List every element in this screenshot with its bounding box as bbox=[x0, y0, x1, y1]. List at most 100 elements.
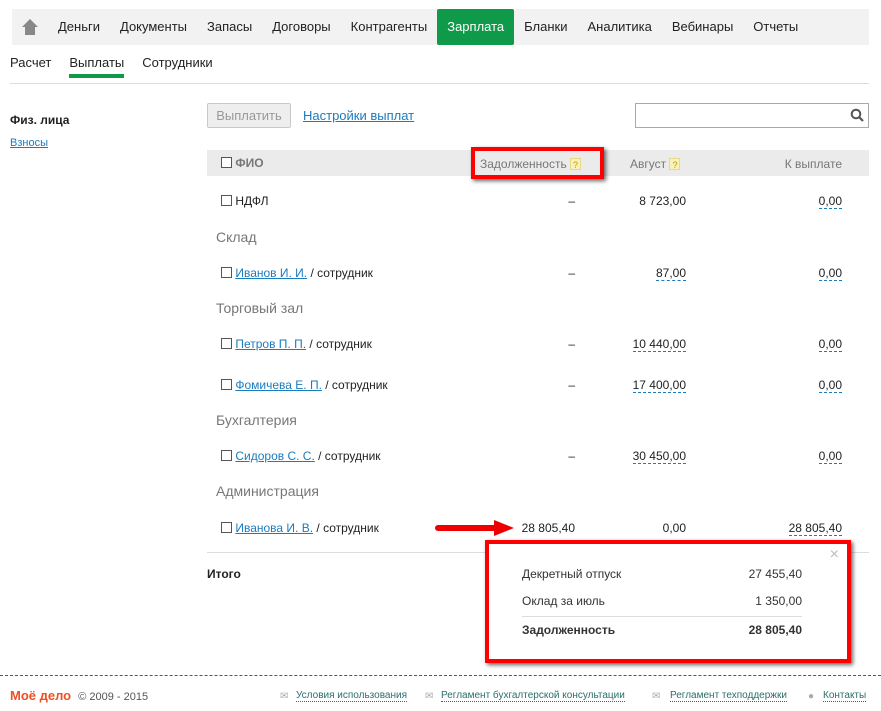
popup-row: Оклад за июль 1 350,00 bbox=[522, 594, 802, 608]
name-cell: НДФЛ bbox=[221, 194, 268, 208]
debt-cell: – bbox=[465, 194, 575, 208]
to-pay-cell: 0,00 bbox=[732, 337, 842, 352]
group-heading: Бухгалтерия bbox=[216, 412, 297, 428]
sub-tab[interactable]: Выплаты bbox=[69, 55, 125, 78]
nav-item[interactable]: Запасы bbox=[197, 9, 262, 45]
debt-breakdown-popup: × Декретный отпуск 27 455,40 Оклад за июл… bbox=[485, 540, 851, 663]
month-value[interactable]: 87,00 bbox=[655, 266, 686, 281]
row-checkbox[interactable] bbox=[221, 450, 232, 461]
home-icon[interactable] bbox=[12, 9, 48, 45]
to-pay-cell: 28 805,40 bbox=[732, 521, 842, 536]
popup-label: Декретный отпуск bbox=[522, 567, 622, 581]
divider bbox=[522, 616, 802, 617]
table-row: Иванов И. И. / сотрудник – 87,00 0,00 bbox=[207, 266, 869, 286]
row-checkbox[interactable] bbox=[221, 267, 232, 278]
search-icon[interactable] bbox=[850, 108, 864, 125]
popup-value: 1 350,00 bbox=[755, 594, 802, 608]
employee-link[interactable]: Иванов И. И. bbox=[235, 266, 307, 280]
role-text: / сотрудник bbox=[313, 521, 379, 535]
search-input[interactable] bbox=[635, 103, 869, 128]
to-pay-value[interactable]: 0,00 bbox=[818, 378, 842, 393]
debt-cell: – bbox=[465, 266, 575, 280]
footer-link[interactable]: Регламент техподдержки bbox=[670, 690, 787, 702]
to-pay-cell: 0,00 bbox=[732, 449, 842, 464]
group-heading: Склад bbox=[216, 229, 257, 245]
role-text: / сотрудник bbox=[307, 266, 373, 280]
table-row: Петров П. П. / сотрудник – 10 440,00 0,00 bbox=[207, 337, 869, 357]
debt-value: – bbox=[568, 266, 575, 280]
header-month: Август ? bbox=[630, 157, 681, 171]
nav-item[interactable]: Вебинары bbox=[662, 9, 743, 45]
row-checkbox[interactable] bbox=[221, 522, 232, 533]
debt-value: – bbox=[568, 378, 575, 392]
month-cell: 8 723,00 bbox=[576, 194, 686, 208]
debt-cell: – bbox=[465, 337, 575, 351]
employee-link[interactable]: Петров П. П. bbox=[235, 337, 306, 351]
nav-item[interactable]: Документы bbox=[110, 9, 197, 45]
debt-value: – bbox=[568, 449, 575, 463]
footer-link[interactable]: Регламент бухгалтерской консультации bbox=[441, 690, 625, 702]
month-value[interactable]: 17 400,00 bbox=[632, 378, 686, 393]
month-cell: 30 450,00 bbox=[576, 449, 686, 464]
name-cell: Фомичева Е. П. / сотрудник bbox=[221, 378, 388, 392]
employee-link[interactable]: Иванова И. В. bbox=[235, 521, 313, 535]
footer: Моё дело © 2009 - 2015 ✉ Условия использ… bbox=[10, 688, 870, 703]
month-cell: 17 400,00 bbox=[576, 378, 686, 393]
row-checkbox[interactable] bbox=[221, 338, 232, 349]
month-value[interactable]: 30 450,00 bbox=[632, 449, 686, 464]
sidebar-link-contributions[interactable]: Взносы bbox=[10, 137, 48, 149]
month-cell: 0,00 bbox=[576, 521, 686, 535]
nav-item[interactable]: Бланки bbox=[514, 9, 577, 45]
to-pay-value[interactable]: 0,00 bbox=[818, 449, 842, 464]
name-cell: Сидоров С. С. / сотрудник bbox=[221, 449, 381, 463]
close-icon[interactable]: × bbox=[830, 546, 839, 564]
main-nav: Деньги Документы Запасы Договоры Контрагенты… bbox=[12, 9, 869, 45]
month-value: 8 723,00 bbox=[639, 194, 686, 208]
sub-tab[interactable]: Расчет bbox=[10, 55, 51, 78]
table-row: НДФЛ – 8 723,00 0,00 bbox=[207, 194, 869, 214]
month-value[interactable]: 0,00 bbox=[663, 521, 686, 535]
sub-tabs: Расчет Выплаты Сотрудники bbox=[10, 55, 213, 78]
row-checkbox[interactable] bbox=[221, 195, 232, 206]
footer-link[interactable]: Условия использования bbox=[296, 690, 407, 702]
to-pay-cell: 0,00 bbox=[732, 194, 842, 209]
nav-item[interactable]: Контрагенты bbox=[341, 9, 438, 45]
logo[interactable]: Моё дело bbox=[10, 688, 71, 703]
header-name: ФИО bbox=[235, 156, 264, 170]
to-pay-cell: 0,00 bbox=[732, 378, 842, 393]
table-row: Иванова И. В. / сотрудник 28 805,40 0,00 28… bbox=[207, 521, 869, 541]
nav-item[interactable]: Аналитика bbox=[577, 9, 661, 45]
group-heading: Торговый зал bbox=[216, 300, 304, 316]
pay-button[interactable]: Выплатить bbox=[207, 103, 291, 128]
role-text: / сотрудник bbox=[306, 337, 372, 351]
footer-link[interactable]: Контакты bbox=[823, 690, 867, 702]
row-checkbox[interactable] bbox=[221, 379, 232, 390]
role-text: / сотрудник bbox=[314, 449, 381, 463]
name-cell: Иванов И. И. / сотрудник bbox=[221, 266, 373, 280]
help-icon[interactable]: ? bbox=[669, 158, 681, 170]
to-pay-value[interactable]: 0,00 bbox=[818, 337, 842, 352]
month-cell: 87,00 bbox=[576, 266, 686, 281]
arrow-annotation-icon bbox=[434, 519, 518, 540]
employee-link[interactable]: Сидоров С. С. bbox=[235, 449, 314, 463]
header-to-pay: К выплате bbox=[784, 157, 842, 171]
nav-item[interactable]: Зарплата bbox=[437, 9, 515, 45]
payment-settings-link[interactable]: Настройки выплат bbox=[303, 108, 414, 123]
sub-tab[interactable]: Сотрудники bbox=[142, 55, 212, 78]
popup-row: Декретный отпуск 27 455,40 bbox=[522, 567, 802, 581]
nav-item[interactable]: Договоры bbox=[262, 9, 340, 45]
nav-item[interactable]: Деньги bbox=[48, 9, 110, 45]
nav-item[interactable]: Отчеты bbox=[743, 9, 808, 45]
debt-value: – bbox=[568, 337, 575, 351]
info-icon: ● bbox=[808, 691, 815, 702]
name-cell: Петров П. П. / сотрудник bbox=[221, 337, 372, 351]
to-pay-value[interactable]: 0,00 bbox=[818, 194, 842, 209]
select-all-checkbox[interactable] bbox=[221, 157, 232, 168]
employee-link[interactable]: Фомичева Е. П. bbox=[235, 378, 322, 392]
group-heading: Администрация bbox=[216, 483, 319, 499]
debt-value: – bbox=[568, 194, 575, 208]
month-value[interactable]: 10 440,00 bbox=[632, 337, 686, 352]
to-pay-value[interactable]: 28 805,40 bbox=[788, 521, 842, 536]
to-pay-value[interactable]: 0,00 bbox=[818, 266, 842, 281]
mail-icon: ✉ bbox=[652, 691, 661, 702]
